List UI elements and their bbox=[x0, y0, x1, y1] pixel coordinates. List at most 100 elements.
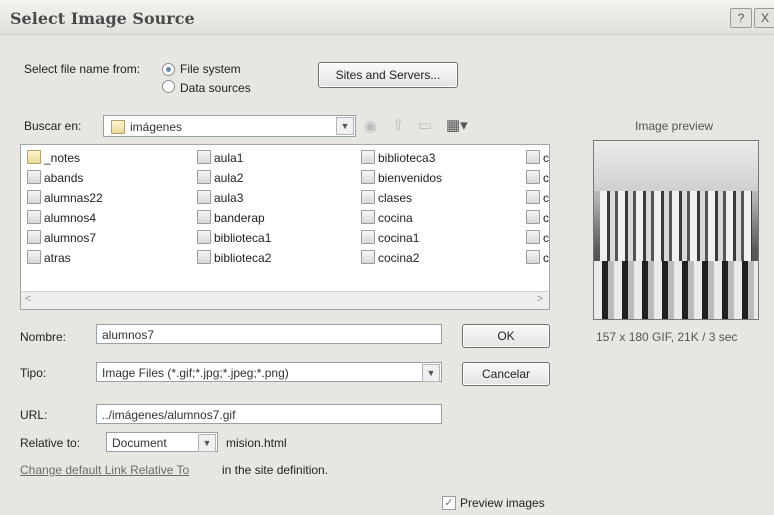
file-item[interactable]: cocina bbox=[361, 209, 413, 227]
image-file-icon bbox=[526, 250, 540, 264]
file-item[interactable]: c bbox=[526, 189, 549, 207]
preview-crowd bbox=[600, 191, 752, 261]
dialog-title: Select Image Source bbox=[10, 9, 195, 28]
cancel-button[interactable]: Cancelar bbox=[462, 362, 550, 386]
radio-data-sources[interactable] bbox=[162, 80, 175, 93]
image-file-icon bbox=[27, 230, 41, 244]
image-file-icon bbox=[197, 190, 211, 204]
relative-file: mision.html bbox=[226, 436, 287, 450]
file-name: abands bbox=[44, 171, 84, 185]
change-default-link[interactable]: Change default Link Relative To bbox=[20, 463, 189, 477]
folder-icon bbox=[27, 150, 41, 164]
file-name: alumnas22 bbox=[44, 191, 103, 205]
file-item[interactable]: alumnos4 bbox=[27, 209, 96, 227]
file-name: bienvenidos bbox=[378, 171, 443, 185]
image-file-icon bbox=[526, 190, 540, 204]
file-item[interactable]: banderap bbox=[197, 209, 265, 227]
file-name: atras bbox=[44, 251, 71, 265]
file-item[interactable]: c bbox=[526, 229, 549, 247]
url-label: URL: bbox=[20, 408, 48, 422]
image-file-icon bbox=[526, 150, 540, 164]
preview-info: 157 x 180 GIF, 21K / 3 sec bbox=[596, 330, 738, 344]
preview-images-label: Preview images bbox=[460, 496, 545, 510]
scroll-right-icon[interactable]: > bbox=[537, 293, 543, 305]
help-button[interactable]: ? bbox=[730, 8, 752, 28]
image-file-icon bbox=[197, 170, 211, 184]
lookin-dropdown[interactable]: imágenes ▼ bbox=[103, 115, 356, 137]
url-field[interactable]: ../imágenes/alumnos7.gif bbox=[96, 404, 442, 424]
file-list[interactable]: _notesabands alumnas22 alumnos4 alumnos7 atr… bbox=[20, 144, 550, 310]
file-name: clases bbox=[378, 191, 413, 205]
file-item[interactable]: aula3 bbox=[197, 189, 243, 207]
file-item[interactable]: c bbox=[526, 149, 549, 167]
horizontal-scrollbar[interactable]: < > bbox=[21, 291, 549, 309]
file-item[interactable]: c bbox=[526, 209, 549, 227]
file-item[interactable]: _notes bbox=[27, 149, 80, 167]
image-file-icon bbox=[526, 230, 540, 244]
file-name: aula1 bbox=[214, 151, 244, 165]
new-folder-icon[interactable]: ▭ bbox=[418, 116, 432, 134]
file-item[interactable]: atras bbox=[27, 249, 71, 267]
file-item[interactable]: cocina1 bbox=[361, 229, 419, 247]
preview-background bbox=[594, 141, 758, 191]
file-name: cocina2 bbox=[378, 251, 420, 265]
file-item[interactable]: alumnas22 bbox=[27, 189, 103, 207]
close-button[interactable]: X bbox=[754, 8, 774, 28]
file-item[interactable]: aula2 bbox=[197, 169, 243, 187]
image-file-icon bbox=[197, 250, 211, 264]
sites-and-servers-button[interactable]: Sites and Servers... bbox=[318, 62, 458, 88]
file-name: biblioteca3 bbox=[378, 151, 436, 165]
up-folder-icon[interactable]: ⇧ bbox=[392, 116, 405, 134]
ok-button[interactable]: OK bbox=[462, 324, 550, 348]
radio-file-system[interactable] bbox=[162, 63, 175, 76]
file-item[interactable]: c bbox=[526, 249, 549, 267]
image-file-icon bbox=[361, 250, 375, 264]
file-name: banderap bbox=[214, 211, 265, 225]
image-file-icon bbox=[361, 210, 375, 224]
file-item[interactable]: alumnos7 bbox=[27, 229, 96, 247]
image-file-icon bbox=[197, 210, 211, 224]
file-name: cocina bbox=[378, 211, 413, 225]
file-item[interactable]: biblioteca2 bbox=[197, 249, 271, 267]
image-file-icon bbox=[197, 150, 211, 164]
relative-value: Document bbox=[112, 436, 167, 450]
lookin-value: imágenes bbox=[130, 120, 183, 134]
file-item[interactable]: biblioteca3 bbox=[361, 149, 435, 167]
file-name: c bbox=[543, 231, 549, 245]
change-default-suffix: in the site definition. bbox=[222, 463, 329, 477]
source-label: Select file name from: bbox=[24, 62, 141, 76]
file-item[interactable]: clases bbox=[361, 189, 412, 207]
file-name: _notes bbox=[44, 151, 81, 165]
lookin-label: Buscar en: bbox=[24, 119, 82, 133]
image-file-icon bbox=[361, 190, 375, 204]
chevron-down-icon: ▼ bbox=[422, 364, 440, 382]
file-item[interactable]: c bbox=[526, 169, 549, 187]
file-item[interactable]: cocina2 bbox=[361, 249, 419, 267]
file-item[interactable]: biblioteca1 bbox=[197, 229, 271, 247]
file-name: biblioteca2 bbox=[214, 251, 272, 265]
view-menu-icon[interactable]: ▦▾ bbox=[446, 116, 468, 134]
type-label: Tipo: bbox=[20, 366, 47, 380]
back-icon[interactable]: ◉ bbox=[364, 117, 377, 135]
file-name: c bbox=[543, 151, 549, 165]
relative-label: Relative to: bbox=[20, 436, 81, 450]
image-file-icon bbox=[27, 190, 41, 204]
title-bar: Select Image Source ? X bbox=[0, 0, 774, 35]
chevron-down-icon: ▼ bbox=[336, 117, 354, 135]
type-dropdown[interactable]: Image Files (*.gif;*.jpg;*.jpeg;*.png) ▼ bbox=[96, 362, 442, 382]
file-name: cocina1 bbox=[378, 231, 420, 245]
name-field[interactable]: alumnos7 bbox=[96, 324, 442, 344]
file-name: c bbox=[543, 211, 549, 225]
file-name: c bbox=[543, 171, 549, 185]
relative-dropdown[interactable]: Document ▼ bbox=[106, 432, 218, 452]
file-name: aula3 bbox=[214, 191, 244, 205]
preview-images-checkbox[interactable]: ✓ bbox=[442, 496, 456, 510]
file-name: c bbox=[543, 251, 549, 265]
image-preview bbox=[593, 140, 759, 320]
image-file-icon bbox=[526, 170, 540, 184]
scroll-left-icon[interactable]: < bbox=[25, 293, 31, 305]
folder-icon bbox=[111, 120, 125, 134]
file-item[interactable]: aula1 bbox=[197, 149, 243, 167]
file-item[interactable]: bienvenidos bbox=[361, 169, 442, 187]
file-item[interactable]: abands bbox=[27, 169, 83, 187]
